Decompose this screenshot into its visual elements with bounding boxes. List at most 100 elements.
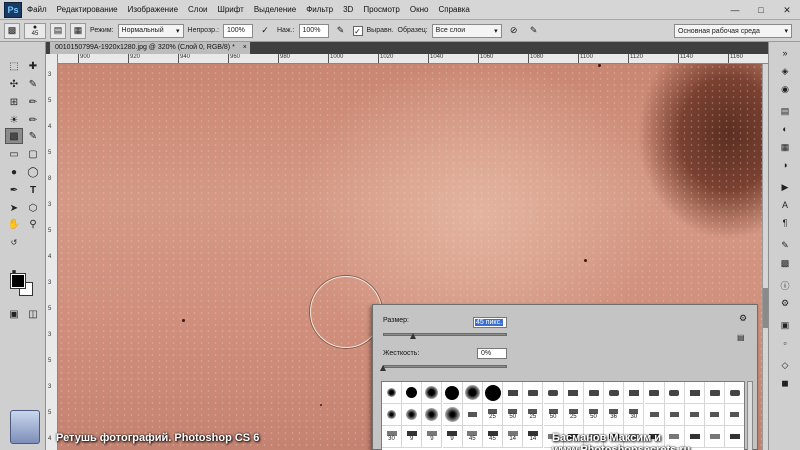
brush-preset-cell[interactable]: 36 bbox=[604, 404, 625, 426]
marquee-tool-icon[interactable]: ⬚ bbox=[5, 58, 23, 74]
clone-source-panel-icon[interactable]: ▦ bbox=[70, 22, 86, 39]
swatches-panel-icon[interactable]: ▦ bbox=[777, 140, 793, 154]
crop-tool-icon[interactable]: ⊞ bbox=[5, 94, 23, 110]
clone-source-panel-icon[interactable]: ▩ bbox=[777, 256, 793, 270]
menu-select[interactable]: Выделение bbox=[249, 0, 301, 20]
menu-edit[interactable]: Редактирование bbox=[52, 0, 123, 20]
shape-tool-icon[interactable]: ⬡ bbox=[24, 200, 42, 216]
quick-mask-icon[interactable]: ▣ bbox=[5, 306, 23, 322]
brush-preset-cell[interactable] bbox=[644, 382, 665, 404]
document-tab[interactable]: 0010150799A-1920x1280.jpg @ 320% (Слой 0… bbox=[50, 42, 250, 54]
hardness-input[interactable]: 0% bbox=[477, 348, 507, 359]
brush-preset-cell[interactable] bbox=[685, 404, 705, 426]
brush-preset-cell[interactable] bbox=[523, 382, 544, 404]
size-input[interactable]: 45 пикс. bbox=[473, 317, 507, 328]
path-selection-tool-icon[interactable]: ➤ bbox=[5, 200, 23, 216]
brush-preset-cell[interactable] bbox=[483, 382, 503, 404]
brush-preset-cell[interactable] bbox=[422, 404, 443, 426]
foreground-color-swatch[interactable] bbox=[10, 273, 26, 289]
brush-preset-cell[interactable] bbox=[705, 404, 726, 426]
sample-select[interactable]: Все слои ▾ bbox=[431, 23, 502, 38]
brush-preset-cell[interactable] bbox=[402, 404, 423, 426]
minimize-icon[interactable]: — bbox=[722, 0, 748, 20]
brush-preset-cell[interactable] bbox=[604, 382, 625, 404]
brush-preset-cell[interactable] bbox=[543, 382, 564, 404]
menu-file[interactable]: Файл bbox=[22, 0, 52, 20]
brush-preset-cell[interactable] bbox=[685, 382, 705, 404]
brush-preset-cell[interactable] bbox=[382, 382, 402, 404]
size-slider-knob[interactable] bbox=[409, 333, 416, 339]
styles-panel-icon[interactable]: ◼ bbox=[777, 376, 793, 390]
brush-preset-cell[interactable]: 50 bbox=[503, 404, 524, 426]
clone-stamp-tool-icon[interactable]: ▩ bbox=[5, 128, 23, 144]
eraser-tool-icon[interactable]: ▭ bbox=[5, 146, 23, 162]
brush-preset-cell[interactable]: 25 bbox=[483, 404, 503, 426]
brush-preset-cell[interactable] bbox=[462, 404, 483, 426]
maximize-icon[interactable]: □ bbox=[748, 0, 774, 20]
clone-stamp-tool-icon[interactable]: ▩ bbox=[4, 22, 20, 39]
brush-preset-picker[interactable]: ● 45 bbox=[24, 22, 46, 39]
brush-tool-icon[interactable]: ✏ bbox=[24, 112, 42, 128]
flow-input[interactable]: 100% bbox=[298, 23, 329, 38]
brush-panel-toggle-icon[interactable]: ▤ bbox=[50, 22, 66, 39]
opacity-pressure-icon[interactable]: ✓ bbox=[257, 23, 273, 39]
size-slider-track[interactable] bbox=[383, 333, 507, 336]
zoom-tool-icon[interactable]: ⚲ bbox=[24, 216, 42, 232]
brush-preset-cell[interactable] bbox=[644, 404, 665, 426]
brush-preset-cell[interactable] bbox=[725, 404, 744, 426]
brush-preset-cell[interactable]: 25 bbox=[523, 404, 544, 426]
properties-panel-icon[interactable]: ⚙ bbox=[777, 296, 793, 310]
menu-layers[interactable]: Слои bbox=[183, 0, 212, 20]
histogram-panel-icon[interactable]: ▫ bbox=[777, 336, 793, 350]
brush-preset-cell[interactable]: 50 bbox=[584, 404, 604, 426]
brush-preset-cell[interactable] bbox=[584, 382, 604, 404]
brush-preset-cell[interactable]: 14 bbox=[523, 426, 544, 448]
new-preset-icon[interactable]: ▤ bbox=[737, 333, 745, 342]
brush-preset-cell[interactable] bbox=[462, 382, 483, 404]
rotate-view-icon[interactable]: ↺ bbox=[5, 234, 23, 250]
brush-preset-cell[interactable]: 9 bbox=[402, 426, 423, 448]
brush-preset-cell[interactable]: 30 bbox=[624, 404, 645, 426]
brush-preset-cell[interactable] bbox=[725, 382, 744, 404]
menu-filter[interactable]: Фильтр bbox=[301, 0, 338, 20]
brush-preset-cell[interactable] bbox=[422, 382, 443, 404]
brush-preset-cell[interactable] bbox=[563, 382, 584, 404]
ignore-adjustment-layers-icon[interactable]: ⊘ bbox=[506, 23, 522, 39]
history-panel-icon[interactable]: ▤ bbox=[777, 104, 793, 118]
airbrush-icon[interactable]: ✎ bbox=[333, 23, 349, 39]
channels-panel-icon[interactable]: ◉ bbox=[777, 82, 793, 96]
brush-preset-cell[interactable] bbox=[402, 382, 423, 404]
pen-tool-icon[interactable]: ✒ bbox=[5, 182, 23, 198]
gear-icon[interactable]: ⚙ bbox=[739, 313, 747, 324]
pressure-size-icon[interactable]: ✎ bbox=[526, 23, 542, 39]
layers-panel-icon[interactable]: ◈ bbox=[777, 64, 793, 78]
brush-preset-cell[interactable]: 9 bbox=[442, 426, 463, 448]
vertical-ruler[interactable]: 3 5 4 5 8 3 5 4 3 5 3 5 3 5 4 bbox=[46, 54, 58, 450]
menu-help[interactable]: Справка bbox=[433, 0, 474, 20]
close-window-icon[interactable]: ✕ bbox=[774, 0, 800, 20]
brush-preset-cell[interactable]: 25 bbox=[563, 404, 584, 426]
character-panel-icon[interactable]: A bbox=[777, 198, 793, 212]
brush-panel-icon[interactable]: ✎ bbox=[777, 238, 793, 252]
collapse-panels-icon[interactable]: » bbox=[777, 46, 793, 60]
gradient-tool-icon[interactable]: ▢ bbox=[24, 146, 42, 162]
brush-preset-cell[interactable] bbox=[705, 382, 726, 404]
paragraph-panel-icon[interactable]: ¶ bbox=[777, 216, 793, 230]
eyedropper-tool-icon[interactable]: ✏ bbox=[24, 94, 42, 110]
brush-preset-cell[interactable]: 45 bbox=[462, 426, 483, 448]
quick-selection-tool-icon[interactable]: ✎ bbox=[24, 76, 42, 92]
history-brush-tool-icon[interactable]: ✎ bbox=[24, 128, 42, 144]
dodge-tool-icon[interactable]: ◯ bbox=[24, 164, 42, 180]
navigator-panel-icon[interactable]: ▣ bbox=[777, 318, 793, 332]
menu-3d[interactable]: 3D bbox=[338, 0, 358, 20]
hand-tool-icon[interactable]: ✋ bbox=[5, 216, 23, 232]
brush-preset-cell[interactable] bbox=[503, 382, 524, 404]
brush-preset-cell[interactable]: 14 bbox=[503, 426, 524, 448]
horizontal-ruler[interactable]: 900 920 940 960 980 1000 1020 1040 1060 1080 1100 1… bbox=[58, 54, 768, 64]
color-panel-icon[interactable]: ◑ bbox=[777, 158, 793, 172]
mode-select[interactable]: Нормальный ▾ bbox=[117, 23, 184, 38]
brush-preset-cell[interactable] bbox=[664, 404, 685, 426]
brush-preset-cell[interactable]: 9 bbox=[422, 426, 443, 448]
brush-preset-cell[interactable]: 45 bbox=[483, 426, 503, 448]
menu-view[interactable]: Просмотр bbox=[358, 0, 405, 20]
